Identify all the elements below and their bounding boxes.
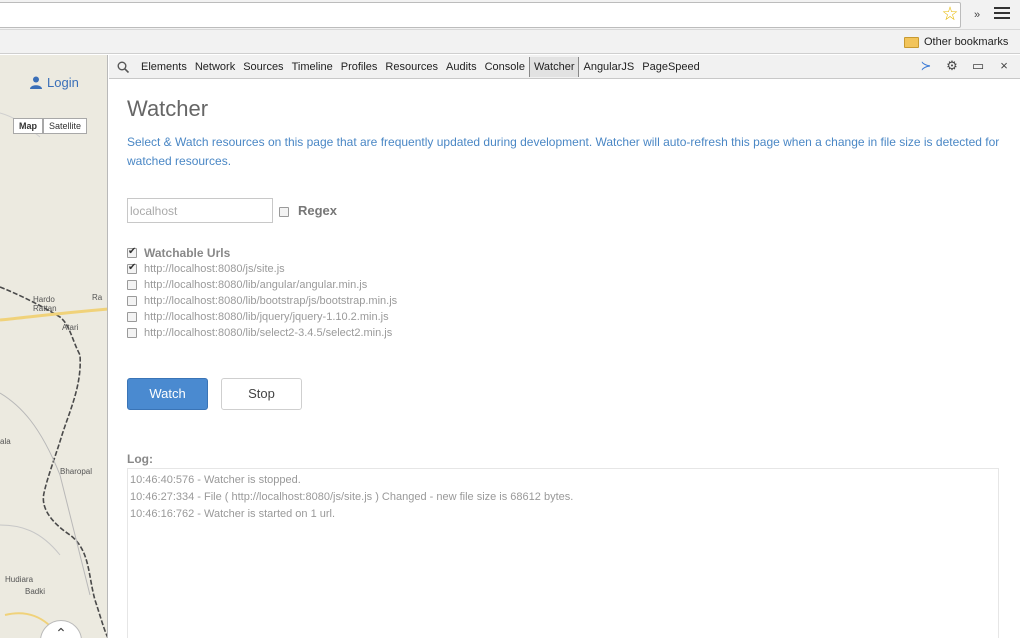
list-item: http://localhost:8080/js/site.js [127,261,397,277]
other-bookmarks[interactable]: Other bookmarks [904,33,1008,51]
log-line: 10:46:16:762 - Watcher is started on 1 u… [130,508,336,520]
tab-pagespeed[interactable]: PageSpeed [638,57,704,77]
url-text: http://localhost:8080/lib/select2-3.4.5/… [144,327,393,339]
log-label: Log: [127,452,153,466]
url-checkbox[interactable] [127,280,137,290]
tab-console[interactable]: Console [481,57,529,77]
folder-icon [904,36,919,48]
url-checkbox[interactable] [127,296,137,306]
regex-label: Regex [298,203,338,218]
list-item: http://localhost:8080/lib/select2-3.4.5/… [127,325,397,341]
map-label: Hardo Rattan [33,295,57,313]
login-link[interactable]: Login [30,75,79,90]
url-text: http://localhost:8080/lib/bootstrap/js/b… [144,295,398,307]
extensions-overflow-icon[interactable]: » [970,6,984,24]
map-type-toggle: Map Satellite [13,118,88,134]
address-bar[interactable] [0,2,961,28]
map-type-satellite-button[interactable]: Satellite [43,118,88,134]
browser-toolbar: ☆ » [0,0,1020,30]
map-roads [0,112,107,638]
watch-button[interactable]: Watch [127,378,208,410]
url-text: http://localhost:8080/lib/angular/angula… [144,279,368,291]
map-label: ala [0,437,11,446]
login-label: Login [47,75,79,90]
url-text: http://localhost:8080/lib/jquery/jquery-… [144,311,389,323]
gear-icon[interactable]: ⚙ [944,58,960,74]
list-item: http://localhost:8080/lib/angular/angula… [127,277,397,293]
tab-watcher[interactable]: Watcher [528,56,580,77]
map-type-map-button[interactable]: Map [13,118,43,134]
drawer-toggle-icon[interactable]: ≻ [918,58,934,74]
watchable-urls-list: Watchable Urls http://localhost:8080/js/… [127,245,397,341]
list-header: Watchable Urls [127,245,397,261]
url-checkbox[interactable] [127,328,137,338]
map-label: Ra [92,293,103,302]
map-label: Hudiara [5,575,34,584]
map-label: Badki [25,587,46,596]
url-text: http://localhost:8080/js/site.js [144,263,285,275]
watcher-description: Select & Watch resources on this page th… [127,135,1000,168]
bookmark-star-icon[interactable]: ☆ [940,5,960,25]
page-title: Watcher [127,96,209,121]
tab-elements[interactable]: Elements [137,57,191,77]
tab-profiles[interactable]: Profiles [337,57,382,77]
filter-input[interactable] [127,198,273,223]
watchable-urls-header: Watchable Urls [144,246,231,260]
regex-checkbox[interactable] [279,207,289,217]
other-bookmarks-label: Other bookmarks [924,36,1009,48]
tab-timeline[interactable]: Timeline [288,57,337,77]
watcher-panel: Watcher Select & Watch resources on this… [109,80,1020,638]
select-all-checkbox[interactable] [127,246,137,258]
url-checkbox[interactable] [127,262,137,274]
close-icon[interactable]: × [996,58,1012,74]
search-icon[interactable] [117,61,129,73]
map-label: Bharopal [60,467,93,476]
map-label: Atari [62,323,79,332]
dock-icon[interactable]: ▭ [970,58,986,74]
devtools-toolbar: Elements Network Sources Timeline Profil… [109,55,1020,79]
hamburger-menu-icon[interactable] [994,7,1010,23]
devtools-controls: ≻ ⚙ ▭ × [918,58,1012,74]
tab-sources[interactable]: Sources [239,57,287,77]
list-item: http://localhost:8080/lib/bootstrap/js/b… [127,293,397,309]
tab-audits[interactable]: Audits [442,57,481,77]
tab-angularjs[interactable]: AngularJS [579,57,638,77]
bookmarks-bar: Other bookmarks [0,30,1020,54]
url-checkbox[interactable] [127,312,137,322]
map-area[interactable]: Login Map Satellite Hardo Rattan Atari R… [0,55,108,638]
log-output[interactable]: 10:46:40:576 - Watcher is stopped. 10:46… [127,468,999,638]
log-line: 10:46:40:576 - Watcher is stopped. [130,474,301,486]
tab-resources[interactable]: Resources [381,57,442,77]
log-line: 10:46:27:334 - File ( http://localhost:8… [130,491,574,503]
list-item: http://localhost:8080/lib/jquery/jquery-… [127,309,397,325]
user-icon [30,76,42,89]
tab-network[interactable]: Network [191,57,239,77]
stop-button[interactable]: Stop [221,378,302,410]
